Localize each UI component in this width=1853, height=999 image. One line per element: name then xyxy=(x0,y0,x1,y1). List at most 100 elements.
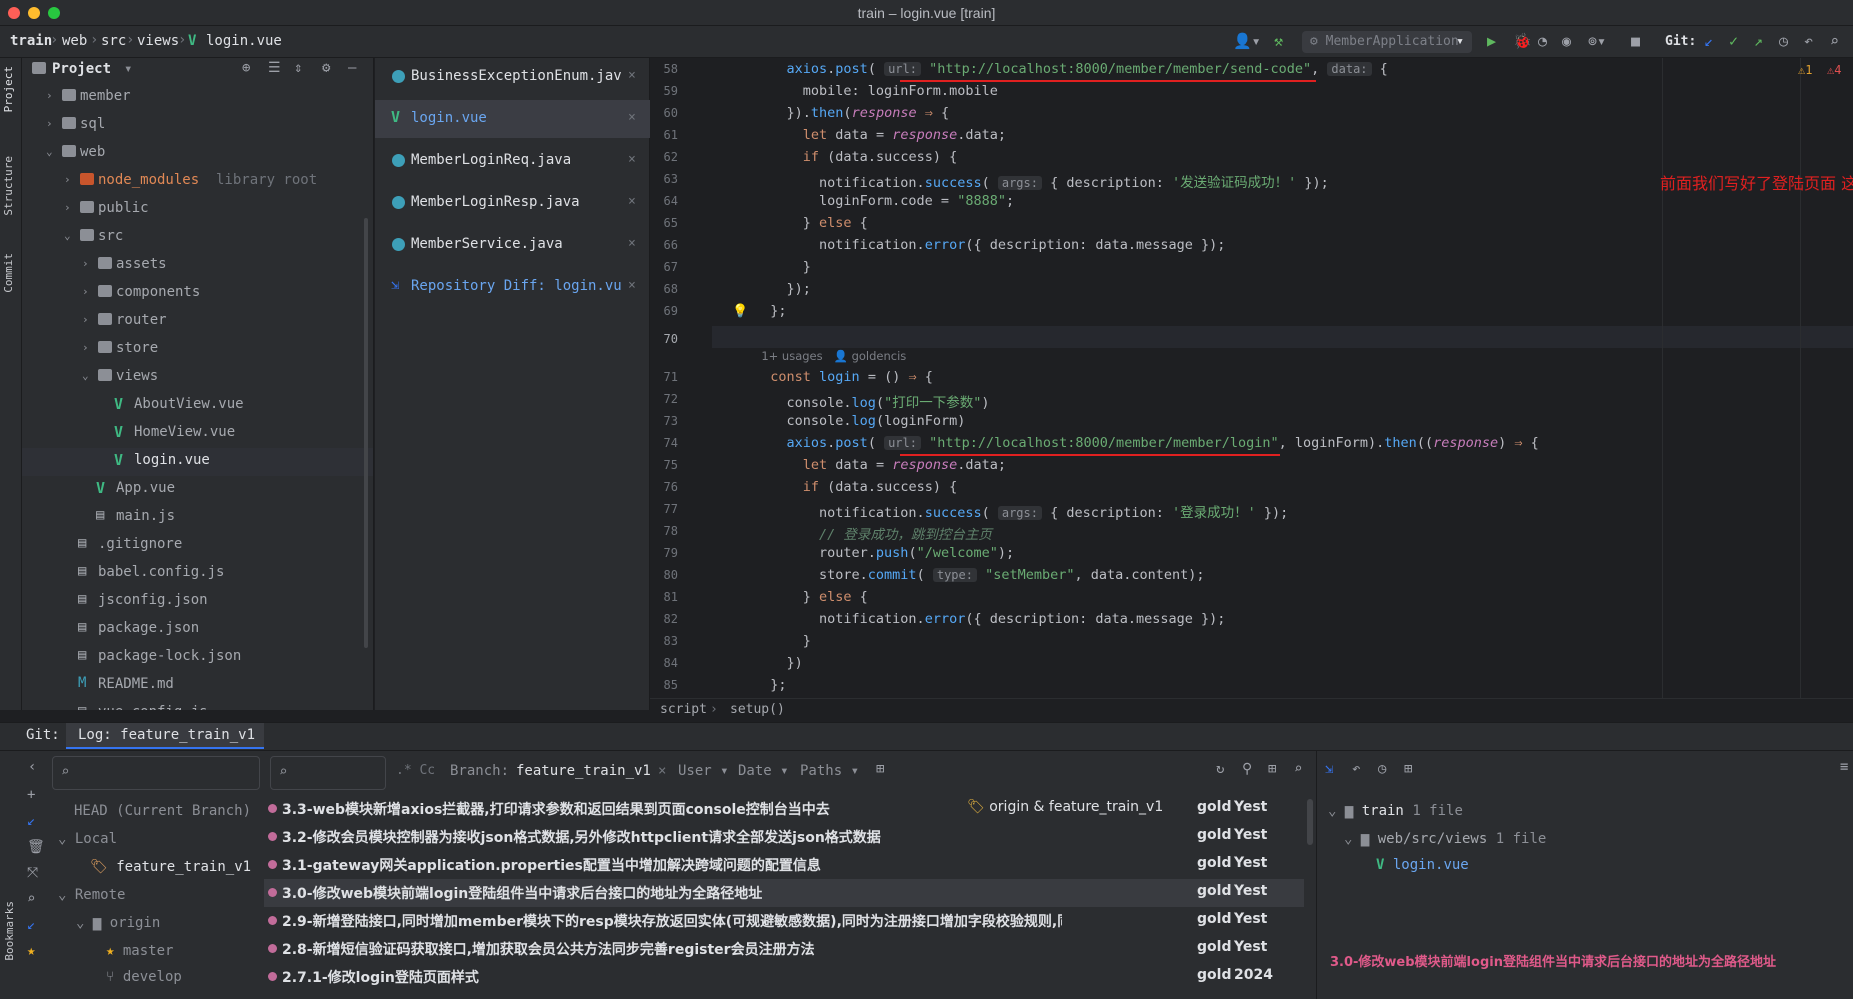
code-editor[interactable]: 58 59 60 61 62 63 64 65 66 67 68 69 70 71 72 73 74 75 76 77… xyxy=(650,58,1853,710)
expand-all-icon[interactable]: ☰ xyxy=(268,60,281,76)
tree-item[interactable]: ⌄ src xyxy=(22,224,373,252)
editor-tab[interactable]: Vlogin.vue × xyxy=(375,100,650,138)
fetch-icon[interactable]: ↙ xyxy=(27,813,35,829)
git-push-icon[interactable]: ↗ xyxy=(1754,32,1763,50)
git-update-icon[interactable]: ↙ xyxy=(1704,32,1713,50)
gear-icon[interactable]: ⚙ xyxy=(322,60,330,76)
changes-root[interactable]: ⌄ ▆ train 1 file xyxy=(1328,803,1463,819)
more-options-icon[interactable]: ≡ xyxy=(1840,759,1848,775)
tree-item[interactable]: M README.md xyxy=(22,672,373,700)
build-hammer-icon[interactable]: ⚒ xyxy=(1274,32,1283,50)
breadcrumb-src[interactable]: src xyxy=(101,33,126,49)
close-tab-icon[interactable]: × xyxy=(628,278,636,293)
commit-row[interactable]: 2.7.1-修改login登陆页面样式 gold 2024 xyxy=(264,963,1304,991)
close-tab-icon[interactable]: × xyxy=(628,68,636,83)
structure-tool-tab[interactable]: Structure xyxy=(2,156,15,216)
debug-icon[interactable]: 🐞 xyxy=(1513,32,1532,50)
tree-item[interactable]: › node_modules library root xyxy=(22,168,373,196)
tree-item[interactable]: › sql xyxy=(22,112,373,140)
close-tab-icon[interactable]: × xyxy=(628,236,636,251)
remote-origin[interactable]: ⌄ ▆ origin xyxy=(76,915,160,931)
head-branch[interactable]: HEAD (Current Branch) xyxy=(74,803,251,819)
find-icon[interactable]: ⌕ xyxy=(1294,761,1302,777)
local-branches-group[interactable]: ⌄ Local xyxy=(58,831,117,847)
commit-row[interactable]: 3.1-gateway网关application.properties配置当中增… xyxy=(264,851,1304,879)
close-tab-icon[interactable]: × xyxy=(628,194,636,209)
run-configuration-select[interactable]: ⚙ MemberApplication ▾ xyxy=(1302,31,1472,53)
chevron-left-icon[interactable]: ‹ xyxy=(28,759,36,775)
git-history-icon[interactable]: ◷ xyxy=(1779,32,1788,50)
close-filter-icon[interactable]: × xyxy=(658,763,666,779)
code-breadcrumb-setup[interactable]: setup() xyxy=(730,702,785,717)
date-filter[interactable]: Date ▾ xyxy=(738,763,789,779)
chevron-right-icon[interactable]: › xyxy=(46,117,53,130)
search-icon[interactable]: ⌕ xyxy=(1830,32,1839,50)
paths-filter[interactable]: Paths ▾ xyxy=(800,763,859,779)
group-icon[interactable]: ⊞ xyxy=(1404,761,1412,777)
locate-icon[interactable]: ⊕ xyxy=(242,60,250,76)
breadcrumb-web[interactable]: web xyxy=(62,33,87,49)
chevron-right-icon[interactable]: › xyxy=(82,313,89,326)
history-icon[interactable]: ◷ xyxy=(1378,761,1386,777)
merge-icon[interactable]: ⤧ xyxy=(27,865,38,881)
chevron-down-icon[interactable]: ▾ xyxy=(124,61,132,77)
commit-search-input[interactable]: ⌕ xyxy=(270,756,386,790)
chevron-down-icon[interactable]: ⌄ xyxy=(46,145,53,158)
add-icon[interactable]: + xyxy=(27,787,35,803)
tree-item[interactable]: ▤ package-lock.json xyxy=(22,644,373,672)
log-scrollbar[interactable] xyxy=(1307,799,1313,845)
project-panel-title[interactable]: Project xyxy=(52,61,111,77)
regex-toggle[interactable]: .* Cc xyxy=(396,763,435,778)
tree-item[interactable]: V App.vue xyxy=(22,476,373,504)
breadcrumb-project[interactable]: train xyxy=(10,33,52,49)
new-tab-icon[interactable]: ⊞ xyxy=(876,761,884,777)
update-icon[interactable]: ↙ xyxy=(27,917,35,933)
tree-item[interactable]: Vlogin.vue xyxy=(22,448,373,476)
chevron-right-icon[interactable]: › xyxy=(64,173,71,186)
run-icon[interactable]: ▶ xyxy=(1487,32,1496,50)
git-commit-icon[interactable]: ✓ xyxy=(1729,32,1738,50)
tree-item[interactable]: › member xyxy=(22,84,373,112)
tree-item[interactable]: › router xyxy=(22,308,373,336)
chevron-right-icon[interactable]: › xyxy=(64,201,71,214)
collapse-all-icon[interactable]: ⇕ xyxy=(294,60,302,76)
tree-item[interactable]: ⌄ web xyxy=(22,140,373,168)
git-log-tab[interactable]: Log: feature_train_v1 xyxy=(66,723,264,749)
tree-item[interactable]: ▤ .gitignore xyxy=(22,532,373,560)
editor-tab[interactable]: MemberService.java × xyxy=(375,226,650,264)
search-branches-icon[interactable]: ⌕ xyxy=(27,891,35,907)
chevron-right-icon[interactable]: › xyxy=(82,285,89,298)
tree-item[interactable]: V HomeView.vue xyxy=(22,420,373,448)
weak-warning-count[interactable]: ⚠4 xyxy=(1827,63,1841,77)
editor-tab[interactable]: MemberLoginResp.java × xyxy=(375,184,650,222)
chevron-right-icon[interactable]: › xyxy=(82,257,89,270)
tree-item[interactable]: ▤ babel.config.js xyxy=(22,560,373,588)
tree-item[interactable]: ▤ vue.config.js xyxy=(22,700,373,710)
branch-filter-value[interactable]: feature_train_v1 xyxy=(516,763,651,779)
chevron-down-icon[interactable]: ⌄ xyxy=(64,229,71,242)
tree-item[interactable]: ▤ package.json xyxy=(22,616,373,644)
commit-row[interactable]: 2.8-新增短信验证码获取接口,增加获取会员公共方法同步完善register会员… xyxy=(264,935,1304,963)
commit-row[interactable]: 2.9-新增登陆接口,同时增加member模块下的resp模块存放返回实体(可规… xyxy=(264,907,1304,935)
star-icon[interactable]: ★ xyxy=(27,943,35,959)
chevron-right-icon[interactable]: › xyxy=(82,341,89,354)
commit-row[interactable]: 3.0-修改web模块前端login登陆组件当中请求后台接口的地址为全路径地址 g… xyxy=(264,879,1304,907)
chevron-down-icon[interactable]: ⌄ xyxy=(82,369,89,382)
branch-search-input[interactable]: ⌕ xyxy=(52,756,260,790)
breadcrumb-file[interactable]: login.vue xyxy=(206,33,282,49)
tree-item[interactable]: › components xyxy=(22,280,373,308)
origin-master[interactable]: ★ master xyxy=(106,943,173,959)
warning-count[interactable]: ⚠1 xyxy=(1798,63,1812,77)
tree-item[interactable]: ⌄ views xyxy=(22,364,373,392)
commit-row[interactable]: 3.3-web模块新增axios拦截器,打印请求参数和返回结果到页面consol… xyxy=(264,795,1304,823)
bookmarks-tool-tab[interactable]: Bookmarks xyxy=(3,901,16,961)
local-branch-feature[interactable]: 🏷 feature_train_v1 xyxy=(90,859,251,875)
hide-panel-icon[interactable]: — xyxy=(348,60,356,76)
lightbulb-icon[interactable]: 💡 xyxy=(732,304,748,319)
delete-icon[interactable]: 🗑 xyxy=(27,839,45,855)
refresh-icon[interactable]: ↻ xyxy=(1216,761,1224,777)
pin-icon[interactable]: ⇲ xyxy=(1325,761,1333,777)
revert-icon[interactable]: ↶ xyxy=(1352,761,1360,777)
changes-file[interactable]: V login.vue xyxy=(1376,857,1469,873)
tree-item[interactable]: › assets xyxy=(22,252,373,280)
